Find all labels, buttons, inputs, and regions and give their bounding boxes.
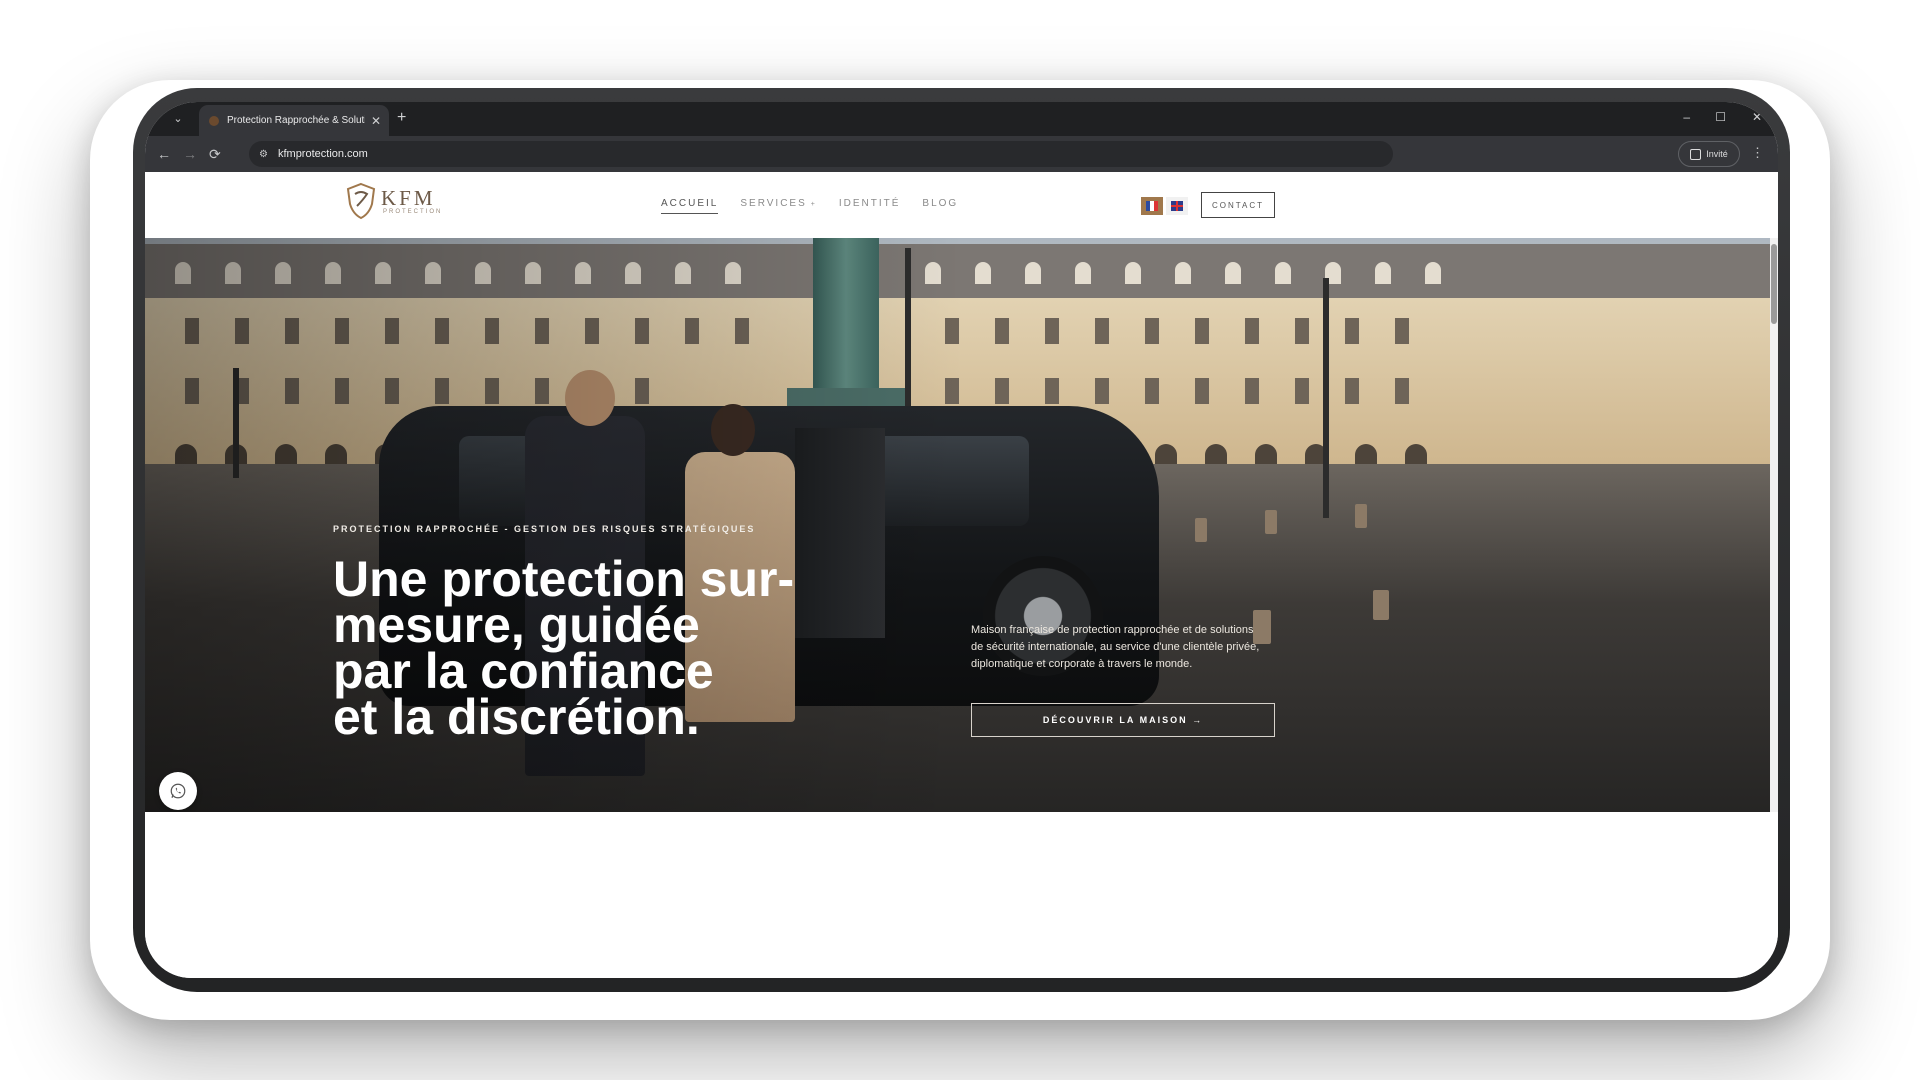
- browser-menu-button[interactable]: ⋮: [1751, 145, 1764, 161]
- discover-button[interactable]: DÉCOUVRIR LA MAISON →: [971, 703, 1275, 737]
- new-tab-button[interactable]: +: [397, 109, 406, 127]
- profile-label: Invité: [1706, 149, 1728, 159]
- reload-button[interactable]: ⟳: [209, 145, 221, 163]
- site-info-icon[interactable]: ⚙: [259, 149, 268, 160]
- hero-description: Maison française de protection rapproché…: [971, 624, 1260, 670]
- nav-services[interactable]: SERVICES +: [740, 198, 816, 214]
- active-tab[interactable]: Protection Rapprochée & Soluti ✕: [199, 105, 389, 136]
- profile-icon: [1690, 148, 1702, 160]
- contact-button[interactable]: CONTACT: [1201, 192, 1275, 218]
- scrollbar-thumb[interactable]: [1771, 244, 1777, 324]
- hero-headline: Une protection sur- mesure, guidée par l…: [333, 551, 803, 745]
- address-bar[interactable]: ⚙ kfmprotection.com: [249, 141, 1393, 167]
- tablet-frame: ⌄ Protection Rapprochée & Soluti ✕ + – ☐…: [133, 88, 1790, 992]
- page-scrollbar[interactable]: [1770, 238, 1778, 812]
- tab-bar: ⌄ Protection Rapprochée & Soluti ✕ + – ☐…: [145, 102, 1778, 136]
- tab-title: Protection Rapprochée & Soluti: [227, 115, 365, 126]
- nav-blog[interactable]: BLOG: [922, 198, 958, 214]
- minimize-button[interactable]: –: [1683, 110, 1690, 124]
- hero-eyebrow: PROTECTION RAPPROCHÉE - GESTION DES RISQ…: [333, 524, 756, 534]
- nav-services-label: SERVICES: [740, 198, 807, 209]
- logo-subtitle: PROTECTION: [383, 209, 443, 215]
- site-logo[interactable]: KFM PROTECTION: [345, 182, 440, 222]
- street-lamp: [1323, 278, 1329, 518]
- whatsapp-icon: [170, 783, 186, 799]
- main-navigation: ACCUEIL SERVICES + IDENTITÉ BLOG: [661, 198, 958, 214]
- logo-wordmark: KFM: [381, 186, 436, 210]
- browser-toolbar: ← → ⟳ ⚙ kfmprotection.com Invité ⋮: [145, 136, 1778, 172]
- url-text: kfmprotection.com: [277, 148, 368, 160]
- back-button[interactable]: ←: [157, 145, 171, 163]
- nav-identite[interactable]: IDENTITÉ: [839, 198, 901, 214]
- hero-section: PROTECTION RAPPROCHÉE - GESTION DES RISQ…: [145, 238, 1778, 812]
- tab-search-button[interactable]: ⌄: [169, 110, 187, 128]
- services-caret-icon: +: [810, 201, 817, 208]
- headline-line: Une protection sur-: [333, 551, 795, 607]
- maximize-button[interactable]: ☐: [1715, 110, 1726, 124]
- web-page: KFM PROTECTION ACCUEIL SERVICES + IDENTIT…: [145, 172, 1778, 978]
- profile-button[interactable]: Invité: [1678, 141, 1740, 167]
- french-flag-icon: [1146, 201, 1158, 211]
- tab-close-icon[interactable]: ✕: [371, 114, 381, 128]
- close-window-button[interactable]: ✕: [1752, 110, 1762, 124]
- forward-button[interactable]: →: [183, 145, 197, 163]
- site-header: KFM PROTECTION ACCUEIL SERVICES + IDENTIT…: [145, 172, 1778, 238]
- lang-fr-button[interactable]: [1141, 197, 1163, 215]
- hero-content: PROTECTION RAPPROCHÉE - GESTION DES RISQ…: [333, 524, 803, 745]
- browser-window: ⌄ Protection Rapprochée & Soluti ✕ + – ☐…: [145, 102, 1778, 978]
- shield-logo-icon: [346, 182, 376, 220]
- favicon-icon: [209, 115, 219, 126]
- headline-line: et la discrétion.: [333, 689, 700, 745]
- headline-line: par la confiance: [333, 643, 714, 699]
- nav-accueil[interactable]: ACCUEIL: [661, 198, 719, 214]
- lang-en-button[interactable]: [1166, 197, 1188, 215]
- headline-line: mesure, guidée: [333, 597, 700, 653]
- whatsapp-button[interactable]: [159, 772, 197, 810]
- uk-flag-icon: [1171, 201, 1183, 211]
